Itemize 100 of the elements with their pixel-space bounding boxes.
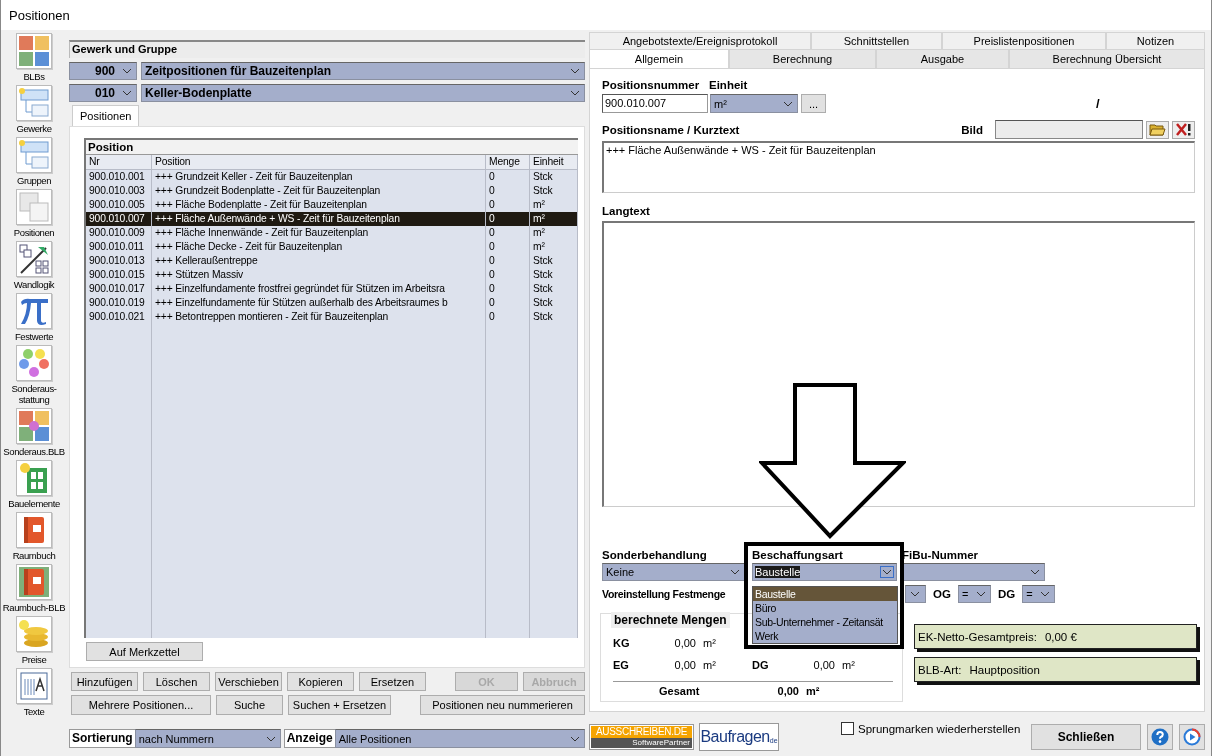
action-button[interactable]: Positionen neu nummerieren — [420, 695, 585, 715]
action-button[interactable]: Hinzufügen — [71, 672, 138, 691]
special-dropdown[interactable]: Keine — [602, 563, 745, 581]
field-label: DG — [997, 587, 1016, 600]
table-cell: 0 — [486, 310, 530, 324]
column-header[interactable]: Nr — [86, 155, 152, 169]
table-row[interactable]: 900.010.001 +++ Grundzeit Keller - Zeit für Bauzeitenplan 0 Stck — [86, 170, 578, 184]
quantity-dropdown[interactable]: = — [957, 584, 991, 603]
table-cell: +++ Fläche Decke - Zeit für Bauzeitenplan — [152, 240, 486, 254]
view-dropdown[interactable]: Alle Positionen — [334, 729, 585, 748]
close-button[interactable]: Schließen — [1031, 724, 1141, 750]
tab[interactable]: Allgemein — [589, 49, 729, 68]
caret-icon — [730, 569, 740, 575]
quantity-dropdown[interactable]: = — [1022, 584, 1056, 603]
table-cell: +++ Fläche Innenwände - Zeit für Bauzeitenplan — [152, 226, 486, 240]
procurement-dropdown[interactable]: Baustelle — [752, 563, 897, 581]
table-cell: +++ Grundzeit Bodenplatte - Zeit für Bauzeitenplan — [152, 184, 486, 198]
help-button[interactable] — [1147, 724, 1173, 750]
action-button[interactable]: Löschen — [143, 672, 210, 691]
table-cell: 0 — [486, 170, 530, 184]
caret-icon — [570, 735, 580, 742]
column-header[interactable]: Einheit — [530, 155, 578, 169]
table-row[interactable]: 900.010.013 +++ Kelleraußentreppe 0 Stck — [86, 254, 578, 268]
tab[interactable]: Notizen — [1106, 32, 1205, 49]
field-label: Sonderbehandlung — [602, 549, 708, 561]
tab[interactable]: Angebotstexte/Ereignisprotokoll — [589, 32, 811, 49]
table-cell: 0 — [486, 226, 530, 240]
table-row[interactable]: 900.010.009 +++ Fläche Innenwände - Zeit für Bauzeitenplan 0 m² — [86, 226, 578, 240]
merkzettel-button[interactable]: Auf Merkzettel — [86, 642, 203, 661]
tab[interactable]: Berechnung Übersicht — [1009, 49, 1205, 68]
sort-dropdown[interactable]: nach Nummern — [134, 729, 281, 748]
unit-text: m² — [805, 685, 821, 697]
action-button[interactable]: Suchen + Ersetzen — [288, 695, 391, 715]
action-button[interactable]: Suche — [216, 695, 283, 715]
total-label: Gesamt — [659, 685, 701, 697]
window-title: Positionen — [9, 7, 70, 23]
column-header[interactable]: Position — [152, 155, 486, 169]
table-row[interactable]: 900.010.017 +++ Einzelfundamente frostfrei gegründet für Stützen im Arbeitsra 0 Stck — [86, 282, 578, 296]
toolbar-button[interactable]: Sonderaus.BLB — [3, 408, 65, 457]
quantity-dropdown[interactable] — [905, 584, 926, 603]
table-cell: 900.010.003 — [86, 184, 152, 198]
table-cell: Stck — [530, 282, 578, 296]
name-dropdown[interactable]: Keller-Bodenplatte — [141, 84, 585, 102]
table-cell: Stck — [530, 254, 578, 268]
action-button[interactable]: Kopieren — [287, 672, 354, 691]
table-cell: Stck — [530, 310, 578, 324]
table-cell: 900.010.019 — [86, 296, 152, 310]
table-cell: 0 — [486, 212, 530, 226]
partner-logo[interactable]: AUSSCHREIBEN.DE SoftwarePartner — [589, 724, 694, 750]
caret-icon — [1030, 569, 1040, 575]
table-cell: m² — [530, 226, 578, 240]
table-cell: 900.010.007 — [86, 212, 152, 226]
action-button[interactable]: Verschieben — [215, 672, 282, 691]
field-label: Langtext — [602, 205, 651, 217]
code-dropdown[interactable]: 010 — [69, 84, 137, 102]
tab[interactable]: Positionen — [72, 105, 140, 126]
field-label: Beschaffungsart — [752, 549, 844, 561]
play-button[interactable] — [1179, 724, 1205, 750]
tab[interactable]: Ausgabe — [876, 49, 1009, 68]
dropdown-option[interactable]: Baustelle — [753, 587, 897, 601]
field-label: Positionsnummer — [602, 79, 701, 91]
action-button[interactable]: Mehrere Positionen... — [71, 695, 211, 715]
code-dropdown[interactable]: 900 — [69, 62, 137, 80]
tree-icon — [18, 140, 50, 170]
delete-icon — [1175, 123, 1192, 136]
dropdown-option[interactable]: Sub-Unternehmer - Zeitansät — [753, 615, 897, 629]
name-dropdown[interactable]: Zeitpositionen für Bauzeitenplan — [141, 62, 585, 80]
folder-icon — [1149, 123, 1166, 136]
fibu-dropdown[interactable] — [903, 563, 1045, 581]
input-field[interactable]: 900.010.007 — [602, 94, 708, 113]
image-field[interactable] — [995, 120, 1143, 139]
toolbar-button[interactable]: Raumbuch-BLB — [2, 564, 66, 613]
tab[interactable]: Schnittstellen — [811, 32, 942, 49]
table-row[interactable]: 900.010.021 +++ Betontreppen montieren - Zeit für Bauzeitenplan 0 Stck — [86, 310, 578, 324]
caret-icon — [570, 90, 580, 96]
open-folder-button[interactable] — [1146, 120, 1169, 139]
text-area[interactable] — [602, 221, 1195, 507]
column-header[interactable]: Menge — [486, 155, 530, 169]
floor-label: DG — [752, 659, 770, 673]
tab[interactable]: Preislistenpositionen — [942, 32, 1106, 49]
unit-text: m² — [702, 659, 717, 673]
table-cell: 900.010.017 — [86, 282, 152, 296]
unit-dropdown[interactable]: m² — [710, 94, 798, 113]
toolbar-button[interactable]: Sonderaus- stattung — [11, 345, 57, 405]
dropdown-option[interactable]: Werk — [753, 629, 897, 643]
dropdown-option[interactable]: Büro — [753, 601, 897, 615]
grid-icon — [18, 410, 50, 442]
checkbox[interactable] — [841, 722, 854, 735]
more-button[interactable]: ... — [801, 94, 826, 113]
tab[interactable]: Berechnung — [729, 49, 876, 68]
caret-icon — [910, 590, 920, 597]
text-area[interactable]: +++ Fläche Außenwände + WS - Zeit für Bauzeitenplan — [602, 141, 1195, 193]
table-row[interactable]: 900.010.019 +++ Einzelfundamente für Stützen außerhalb des Arbeitsraumes b 0 Stck — [86, 296, 578, 310]
table-row[interactable]: 900.010.007 +++ Fläche Außenwände + WS - Zeit für Bauzeitenplan 0 m² — [86, 212, 578, 226]
table-cell: 0 — [486, 240, 530, 254]
table-row[interactable]: 900.010.011 +++ Fläche Decke - Zeit für Bauzeitenplan 0 m² — [86, 240, 578, 254]
table-row[interactable]: 900.010.015 +++ Stützen Massiv 0 Stck — [86, 268, 578, 282]
table-row[interactable]: 900.010.003 +++ Grundzeit Bodenplatte - Zeit für Bauzeitenplan 0 Stck — [86, 184, 578, 198]
action-button[interactable]: Ersetzen — [359, 672, 426, 691]
delete-button[interactable] — [1172, 120, 1195, 139]
